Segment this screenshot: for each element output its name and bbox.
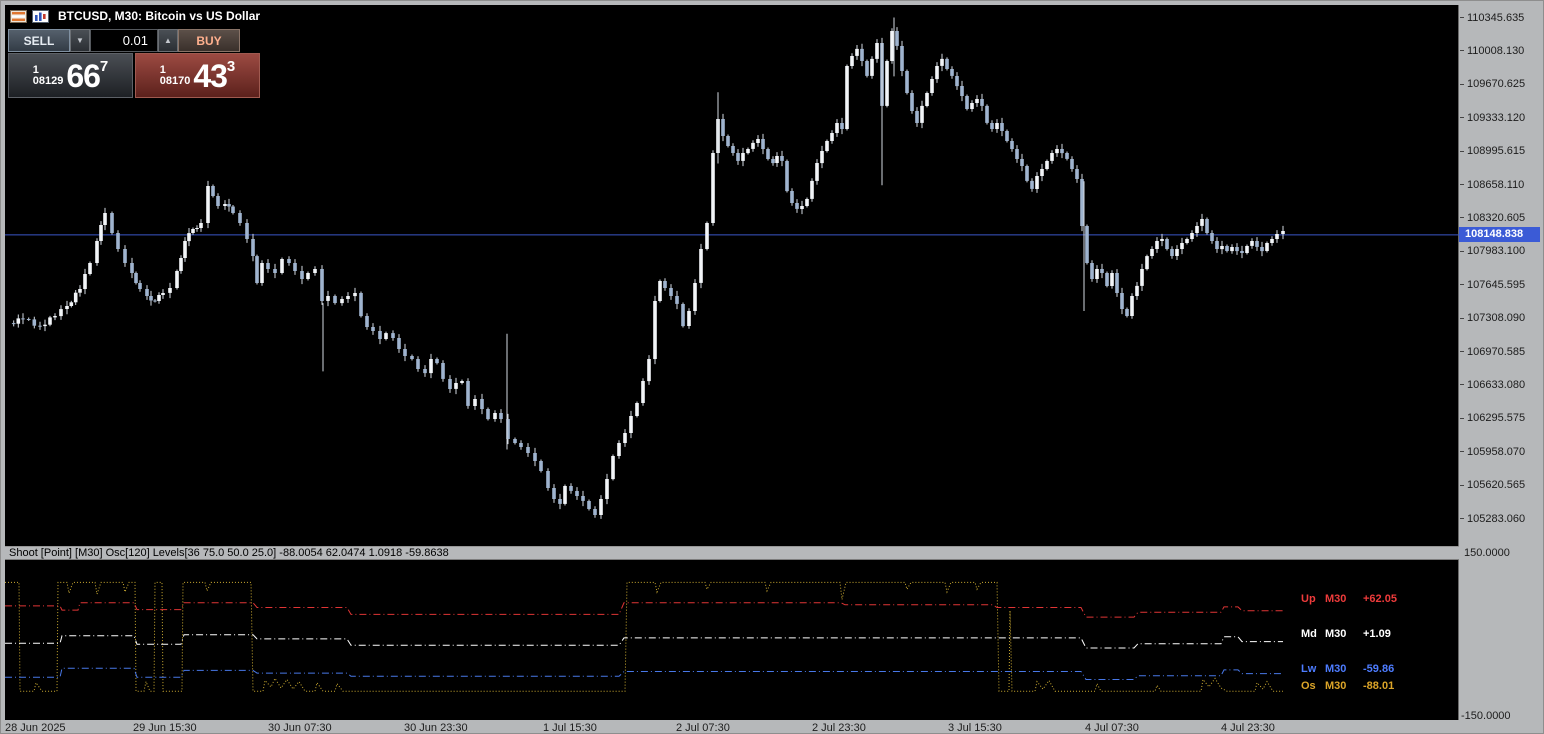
price-axis-label: 110008.130 [1460,45,1524,57]
indicator-legend-row: Lw M30 -59.86 [1301,663,1395,675]
time-axis-label: 4 Jul 23:30 [1221,722,1275,734]
indicator-title: Shoot [Point] [M30] Osc[120] Levels[36 7… [9,547,449,559]
mt5-chart-window: BTCUSD, M30: Bitcoin vs US Dollar SELL ▼… [0,0,1544,734]
sell-button[interactable]: SELL [8,29,70,52]
chart-header: BTCUSD, M30: Bitcoin vs US Dollar [10,8,260,24]
indicator-scale-max: 150.0000 [1464,547,1510,559]
price-axis-label: 105958.070 [1460,446,1525,458]
price-axis-label: 106295.575 [1460,412,1525,424]
volume-input[interactable]: 0.01 [90,29,158,52]
indicator-scale-min: -150.0000 [1461,710,1511,722]
sell-price-prefix: 1 08129 [32,63,64,87]
price-axis[interactable]: 110345.635 110008.130 109670.625 109333.120… [1459,5,1541,546]
time-axis-label: 2 Jul 07:30 [676,722,730,734]
price-axis-label: 109333.120 [1460,112,1525,124]
price-axis-label: 107983.100 [1460,245,1525,257]
candlestick-chart-icon[interactable] [32,9,49,23]
volume-decrease-button[interactable]: ▼ [70,29,90,52]
trade-controls-row: SELL ▼ 0.01 ▲ BUY [8,29,260,52]
price-axis-label: 106970.585 [1460,346,1525,358]
buy-price-display[interactable]: 1 08170 43 3 [135,53,260,98]
buy-button[interactable]: BUY [178,29,240,52]
sell-price-pipette: 7 [99,58,109,75]
trade-prices-row: 1 08129 66 7 1 08170 43 3 [8,53,260,98]
time-axis-label: 2 Jul 23:30 [812,722,866,734]
price-axis-label: 109670.625 [1460,78,1525,90]
chevron-up-icon: ▲ [164,36,172,45]
time-axis-label: 1 Jul 15:30 [543,722,597,734]
price-axis-label: 107308.090 [1460,312,1525,324]
chart-list-icon[interactable] [10,9,27,23]
price-axis-label: 105620.565 [1460,479,1525,491]
oscillator-lines [5,581,1283,692]
time-axis-label: 28 Jun 2025 [5,722,66,734]
price-axis-label: 108320.605 [1460,212,1525,224]
price-axis-label: 107645.595 [1460,279,1525,291]
sell-price-display[interactable]: 1 08129 66 7 [8,53,133,98]
price-axis-label: 106633.080 [1460,379,1525,391]
one-click-trading-panel: SELL ▼ 0.01 ▲ BUY 1 08129 66 7 1 08170 4… [8,29,260,98]
price-axis-label: 105283.060 [1460,513,1525,525]
indicator-legend-row: Os M30 -88.01 [1301,680,1395,692]
price-axis-label: 110345.635 [1460,12,1524,24]
price-chart-area[interactable]: BTCUSD, M30: Bitcoin vs US Dollar SELL ▼… [5,5,1459,546]
buy-price-prefix: 1 08170 [159,63,191,87]
time-axis[interactable]: 28 Jun 2025 29 Jun 15:30 30 Jun 07:30 30 Ju… [5,720,1459,734]
indicator-separator[interactable]: Shoot [Point] [M30] Osc[120] Levels[36 7… [5,546,1459,560]
price-axis-label: 108658.110 [1460,179,1524,191]
indicator-legend-row: Up M30 +62.05 [1301,593,1397,605]
time-axis-label: 4 Jul 07:30 [1085,722,1139,734]
oscillator-panel[interactable]: Up M30 +62.05 Md M30 +1.09 Lw M30 -59.86 Os M30 -88… [5,560,1459,720]
time-axis-label: 30 Jun 07:30 [268,722,332,734]
indicator-legend-row: Md M30 +1.09 [1301,628,1391,640]
current-price-tag: 108148.838 [1459,227,1540,243]
time-axis-label: 29 Jun 15:30 [133,722,197,734]
time-axis-label: 3 Jul 15:30 [948,722,1002,734]
price-axis-label: 108995.615 [1460,145,1525,157]
sell-price-big-digits: 66 [66,57,101,94]
volume-increase-button[interactable]: ▲ [158,29,178,52]
time-axis-label: 30 Jun 23:30 [404,722,468,734]
chevron-down-icon: ▼ [76,36,84,45]
buy-price-pipette: 3 [226,58,236,75]
chart-title: BTCUSD, M30: Bitcoin vs US Dollar [58,9,261,23]
buy-price-big-digits: 43 [193,57,228,94]
